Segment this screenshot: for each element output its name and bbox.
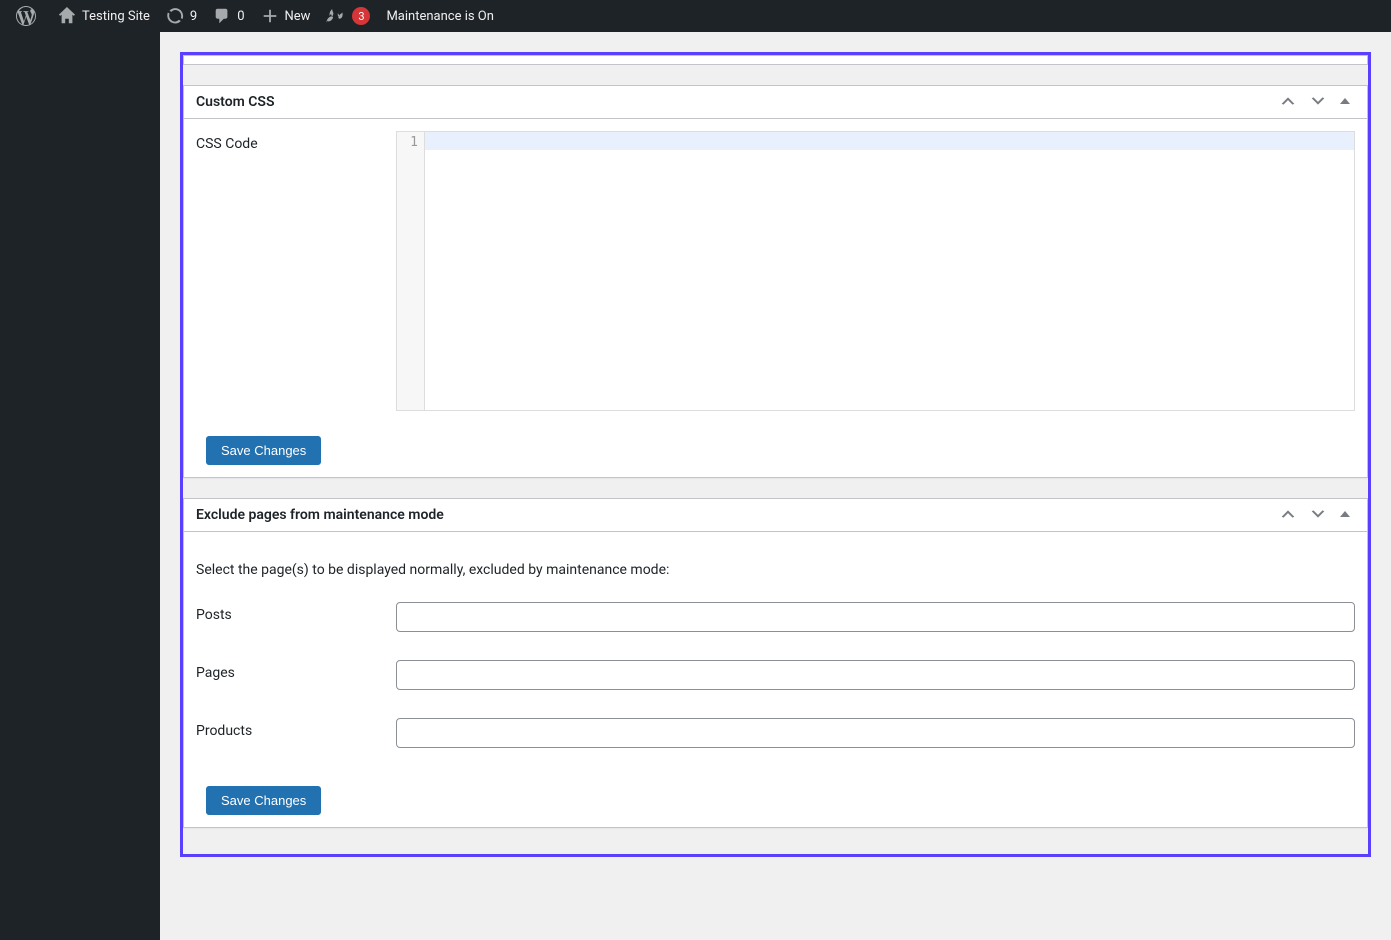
admin-sidebar [0,32,160,940]
comments-menu[interactable]: 0 [205,0,252,32]
exclude-pages-header: Exclude pages from maintenance mode [184,499,1367,532]
comment-icon [213,7,231,25]
chevron-up-icon [1279,505,1297,523]
updates-menu[interactable]: 9 [158,0,205,32]
custom-css-title: Custom CSS [184,86,287,118]
wp-logo-menu[interactable] [8,0,50,32]
save-changes-button[interactable]: Save Changes [206,786,321,815]
update-icon [166,7,184,25]
code-gutter: 1 [397,132,425,410]
highlighted-region: Custom CSS CSS [180,52,1371,857]
exclude-description: Select the page(s) to be displayed norma… [196,562,1355,578]
posts-input[interactable] [396,602,1355,632]
panel-handle-actions [1273,501,1367,530]
posts-label: Posts [196,602,396,623]
code-lines [425,132,1354,410]
site-title: Testing Site [82,9,150,24]
save-changes-button[interactable]: Save Changes [206,436,321,465]
chevron-down-icon [1309,505,1327,523]
updates-count: 9 [190,9,197,24]
exclude-pages-panel: Exclude pages from maintenance mode [183,498,1368,828]
exclude-pages-body: Select the page(s) to be displayed norma… [184,532,1367,827]
chevron-up-icon [1279,92,1297,110]
custom-css-panel: Custom CSS CSS [183,85,1368,478]
move-down-button[interactable] [1303,88,1333,117]
triangle-up-icon [1339,508,1351,520]
maintenance-label: Maintenance is On [386,9,493,24]
triangle-up-icon [1339,95,1351,107]
panel-handle-actions [1273,88,1367,117]
plugin-notif-menu[interactable]: 3 [318,0,378,32]
wordpress-icon [16,6,36,26]
custom-css-body: CSS Code 1 [184,119,1367,477]
maintenance-status[interactable]: Maintenance is On [378,0,501,32]
custom-css-header: Custom CSS [184,86,1367,119]
content-area: Custom CSS CSS [160,32,1391,940]
products-input[interactable] [396,718,1355,748]
notif-badge: 3 [352,7,370,25]
line-number: 1 [397,135,418,150]
home-icon [58,7,76,25]
css-code-textarea[interactable] [425,132,1354,410]
pages-input[interactable] [396,660,1355,690]
comments-count: 0 [237,9,244,24]
new-label: New [285,9,311,24]
toggle-panel-button[interactable] [1333,504,1357,527]
site-name-menu[interactable]: Testing Site [50,0,158,32]
new-content-menu[interactable]: New [253,0,319,32]
css-code-label: CSS Code [196,131,396,152]
megaphone-icon [326,7,344,25]
pages-label: Pages [196,660,396,681]
move-down-button[interactable] [1303,501,1333,530]
previous-panel-peek [183,55,1368,65]
css-code-editor: 1 [396,131,1355,411]
products-label: Products [196,718,396,739]
plus-icon [261,7,279,25]
exclude-pages-title: Exclude pages from maintenance mode [184,499,456,531]
move-up-button[interactable] [1273,88,1303,117]
chevron-down-icon [1309,92,1327,110]
toggle-panel-button[interactable] [1333,91,1357,114]
admin-bar: Testing Site 9 0 New 3 Maintenance is On [0,0,1391,32]
move-up-button[interactable] [1273,501,1303,530]
